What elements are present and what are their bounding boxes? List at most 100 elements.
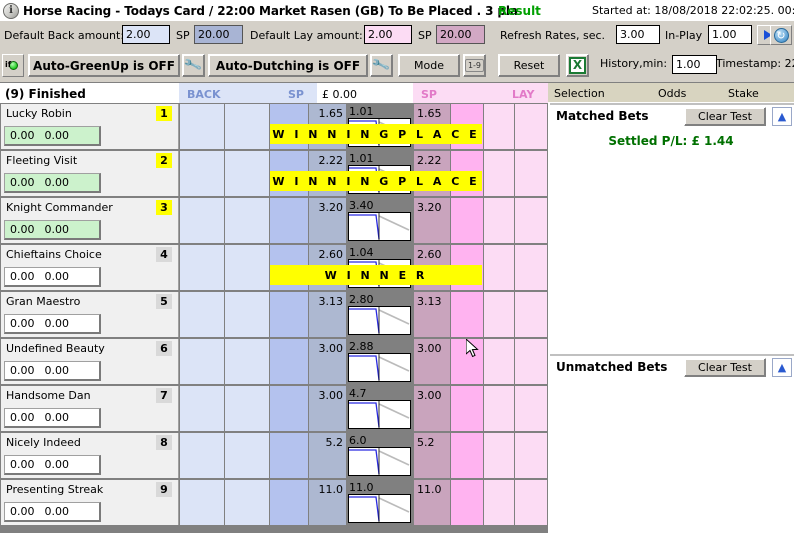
lay-price-cell-1[interactable] — [451, 339, 483, 384]
back-price-cell-3[interactable] — [180, 245, 224, 290]
back-price-cell-3[interactable] — [180, 480, 224, 525]
profit-loss-box[interactable]: 0.00 0.00 — [4, 314, 101, 334]
price-graph-cell[interactable]: 3.40 — [347, 198, 413, 243]
profit-loss-box[interactable]: 0.00 0.00 — [4, 220, 101, 240]
back-price-cell-1[interactable] — [270, 433, 308, 478]
lay-price-cell-1[interactable] — [451, 433, 483, 478]
profit-loss-box[interactable]: 0.00 0.00 — [4, 455, 101, 475]
runner-name-cell[interactable]: Presenting Streak 9 0.00 0.00 — [1, 480, 179, 525]
table-row[interactable]: Knight Commander 3 0.00 0.00 3.20 3.40 3.20 — [0, 197, 548, 244]
dutching-wrench-icon[interactable]: 🔧 — [370, 54, 393, 77]
lay-price-cell-1[interactable] — [451, 292, 483, 337]
matched-clear-test-button[interactable]: Clear Test — [684, 107, 766, 126]
matched-chevron-up-icon[interactable]: ▲ — [772, 107, 792, 126]
table-row[interactable]: Gran Maestro 5 0.00 0.00 3.13 2.80 3.13 — [0, 291, 548, 338]
back-price-cell-3[interactable] — [180, 433, 224, 478]
lay-price-cell-2[interactable] — [484, 245, 514, 290]
lay-price-cell-3[interactable] — [515, 433, 547, 478]
lay-price-cell-2[interactable] — [484, 339, 514, 384]
mode-button[interactable]: Mode — [398, 54, 460, 77]
lay-price-cell-3[interactable] — [515, 245, 547, 290]
unmatched-clear-test-button[interactable]: Clear Test — [684, 358, 766, 377]
lay-price-cell-3[interactable] — [515, 386, 547, 431]
back-sp-cell[interactable]: 3.13 — [309, 292, 346, 337]
lay-price-cell-1[interactable] — [451, 480, 483, 525]
lay-price-cell-2[interactable] — [484, 433, 514, 478]
runner-name-cell[interactable]: Fleeting Visit 2 0.00 0.00 — [1, 151, 179, 196]
profit-loss-box[interactable]: 0.00 0.00 — [4, 408, 101, 428]
runner-name-cell[interactable]: Handsome Dan 7 0.00 0.00 — [1, 386, 179, 431]
back-price-cell-2[interactable] — [225, 480, 269, 525]
runner-name-cell[interactable]: Lucky Robin 1 0.00 0.00 — [1, 104, 179, 149]
table-row[interactable]: Fleeting Visit 2 0.00 0.00 2.22 1.01 2.22 W I N… — [0, 150, 548, 197]
unmatched-chevron-up-icon[interactable]: ▲ — [772, 358, 792, 377]
profit-loss-box[interactable]: 0.00 0.00 — [4, 126, 101, 146]
table-row[interactable]: Presenting Streak 9 0.00 0.00 11.0 11.0 11.0 — [0, 479, 548, 526]
back-price-cell-3[interactable] — [180, 292, 224, 337]
lay-price-cell-2[interactable] — [484, 104, 514, 149]
table-row[interactable]: Undefined Beauty 6 0.00 0.00 3.00 2.88 3.00 — [0, 338, 548, 385]
lay-sp-cell[interactable]: 11.0 — [414, 480, 450, 525]
back-price-cell-2[interactable] — [225, 198, 269, 243]
lay-sp-cell[interactable]: 3.20 — [414, 198, 450, 243]
price-graph-cell[interactable]: 4.7 — [347, 386, 413, 431]
back-price-cell-2[interactable] — [225, 151, 269, 196]
back-price-cell-2[interactable] — [225, 433, 269, 478]
table-row[interactable]: Nicely Indeed 8 0.00 0.00 5.2 6.0 5.2 — [0, 432, 548, 479]
back-sp-cell[interactable]: 3.00 — [309, 386, 346, 431]
price-graph-cell[interactable]: 6.0 — [347, 433, 413, 478]
lay-sp-input[interactable]: 20.00 — [436, 25, 485, 44]
back-price-cell-1[interactable] — [270, 198, 308, 243]
lay-price-cell-1[interactable] — [451, 386, 483, 431]
runner-name-cell[interactable]: Nicely Indeed 8 0.00 0.00 — [1, 433, 179, 478]
default-lay-input[interactable]: 2.00 — [364, 25, 412, 44]
back-price-cell-3[interactable] — [180, 339, 224, 384]
back-price-cell-3[interactable] — [180, 151, 224, 196]
auto-greenup-button[interactable]: Auto-GreenUp is OFF — [28, 54, 180, 77]
runner-name-cell[interactable]: Knight Commander 3 0.00 0.00 — [1, 198, 179, 243]
if-bulb-icon[interactable]: if — [2, 54, 24, 77]
lay-price-cell-2[interactable] — [484, 198, 514, 243]
table-row[interactable]: Lucky Robin 1 0.00 0.00 1.65 1.01 1.65 W I N N … — [0, 103, 548, 150]
lay-price-cell-2[interactable] — [484, 151, 514, 196]
back-price-cell-2[interactable] — [225, 104, 269, 149]
back-price-cell-1[interactable] — [270, 292, 308, 337]
profit-loss-box[interactable]: 0.00 0.00 — [4, 361, 101, 381]
back-price-cell-3[interactable] — [180, 104, 224, 149]
runner-name-cell[interactable]: Gran Maestro 5 0.00 0.00 — [1, 292, 179, 337]
lay-price-cell-3[interactable] — [515, 339, 547, 384]
one-to-nine-icon[interactable]: 1-9 — [463, 54, 486, 77]
back-sp-input[interactable]: 20.00 — [194, 25, 243, 44]
profit-loss-box[interactable]: 0.00 0.00 — [4, 502, 101, 522]
refresh-rate-input[interactable]: 3.00 — [616, 25, 660, 44]
lay-sp-cell[interactable]: 3.00 — [414, 386, 450, 431]
lay-price-cell-2[interactable] — [484, 386, 514, 431]
table-row[interactable]: Chieftains Choice 4 0.00 0.00 2.60 1.04 2.60 W … — [0, 244, 548, 291]
auto-dutching-button[interactable]: Auto-Dutching is OFF — [208, 54, 368, 77]
runner-name-cell[interactable]: Chieftains Choice 4 0.00 0.00 — [1, 245, 179, 290]
back-price-cell-1[interactable] — [270, 480, 308, 525]
lay-price-cell-3[interactable] — [515, 104, 547, 149]
lay-price-cell-2[interactable] — [484, 480, 514, 525]
lay-price-cell-3[interactable] — [515, 480, 547, 525]
history-minutes-input[interactable]: 1.00 — [672, 55, 717, 74]
back-price-cell-2[interactable] — [225, 386, 269, 431]
lay-price-cell-1[interactable] — [451, 198, 483, 243]
price-graph-cell[interactable]: 11.0 — [347, 480, 413, 525]
runner-name-cell[interactable]: Undefined Beauty 6 0.00 0.00 — [1, 339, 179, 384]
back-price-cell-3[interactable] — [180, 198, 224, 243]
profit-loss-box[interactable]: 0.00 0.00 — [4, 173, 101, 193]
back-sp-cell[interactable]: 5.2 — [309, 433, 346, 478]
in-play-input[interactable]: 1.00 — [708, 25, 752, 44]
lay-price-cell-3[interactable] — [515, 198, 547, 243]
refresh-circle-icon[interactable]: ↻ — [770, 25, 792, 45]
back-sp-cell[interactable]: 3.00 — [309, 339, 346, 384]
lay-price-cell-3[interactable] — [515, 292, 547, 337]
table-row[interactable]: Handsome Dan 7 0.00 0.00 3.00 4.7 3.00 — [0, 385, 548, 432]
back-price-cell-2[interactable] — [225, 292, 269, 337]
back-sp-cell[interactable]: 3.20 — [309, 198, 346, 243]
profit-loss-box[interactable]: 0.00 0.00 — [4, 267, 101, 287]
back-price-cell-1[interactable] — [270, 339, 308, 384]
back-price-cell-2[interactable] — [225, 245, 269, 290]
back-price-cell-2[interactable] — [225, 339, 269, 384]
